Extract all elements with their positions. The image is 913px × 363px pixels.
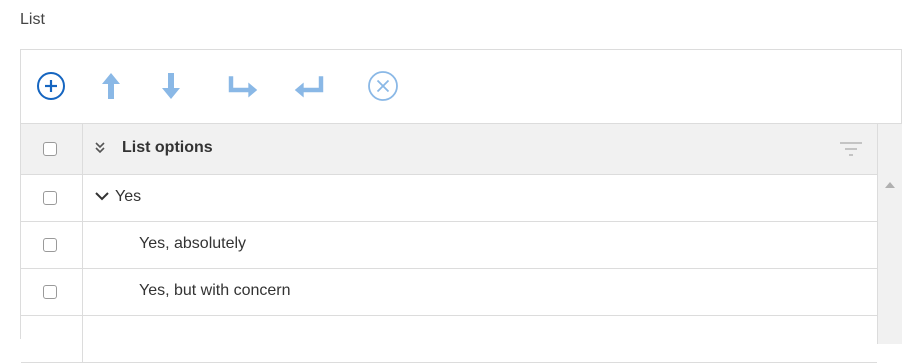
select-all-cell xyxy=(21,124,83,174)
list-item-label: Yes xyxy=(115,188,142,205)
arrow-down-icon xyxy=(162,73,180,99)
list-item[interactable]: Yes xyxy=(21,175,877,222)
row-checkbox-cell xyxy=(21,316,83,362)
move-down-button[interactable] xyxy=(155,70,187,102)
list-editor-panel: List options Yes Yes, absolutely Yes, bu… xyxy=(20,49,902,363)
arrow-up-icon xyxy=(102,73,120,99)
column-header-list-options[interactable]: List options xyxy=(122,139,213,157)
row-checkbox[interactable] xyxy=(43,238,57,252)
expand-all-button[interactable] xyxy=(93,140,107,161)
scroll-up-arrow-icon[interactable] xyxy=(885,182,895,188)
list-item-label: Yes, absolutely xyxy=(139,235,247,252)
row-checkbox[interactable] xyxy=(43,191,57,205)
filter-button[interactable] xyxy=(839,141,863,162)
plus-circle-icon xyxy=(37,72,65,100)
remove-button[interactable] xyxy=(367,70,399,102)
list-item[interactable]: Yes, but with concern xyxy=(21,269,877,316)
double-chevron-down-icon xyxy=(95,142,105,154)
chevron-down-icon xyxy=(95,192,109,201)
outdent-button[interactable] xyxy=(293,70,325,102)
row-checkbox[interactable] xyxy=(43,285,57,299)
list-item-label: Yes, but with concern xyxy=(139,282,291,299)
add-button[interactable] xyxy=(35,70,67,102)
outdent-arrow-icon xyxy=(294,76,324,98)
select-all-checkbox[interactable] xyxy=(43,142,57,156)
row-checkbox-cell xyxy=(21,222,83,268)
indent-button[interactable] xyxy=(227,70,259,102)
list-item-partial[interactable] xyxy=(21,316,877,363)
field-label: List xyxy=(20,11,45,28)
list-item[interactable]: Yes, absolutely xyxy=(21,222,877,269)
move-up-button[interactable] xyxy=(95,70,127,102)
x-circle-icon xyxy=(368,71,398,101)
row-checkbox-cell xyxy=(21,175,83,221)
toolbar xyxy=(21,50,901,124)
indent-arrow-icon xyxy=(228,76,258,98)
filter-icon xyxy=(840,142,862,156)
grid-header: List options xyxy=(21,124,877,175)
row-toggle[interactable] xyxy=(94,190,110,209)
row-checkbox-cell xyxy=(21,269,83,315)
vertical-scrollbar[interactable] xyxy=(877,124,902,344)
